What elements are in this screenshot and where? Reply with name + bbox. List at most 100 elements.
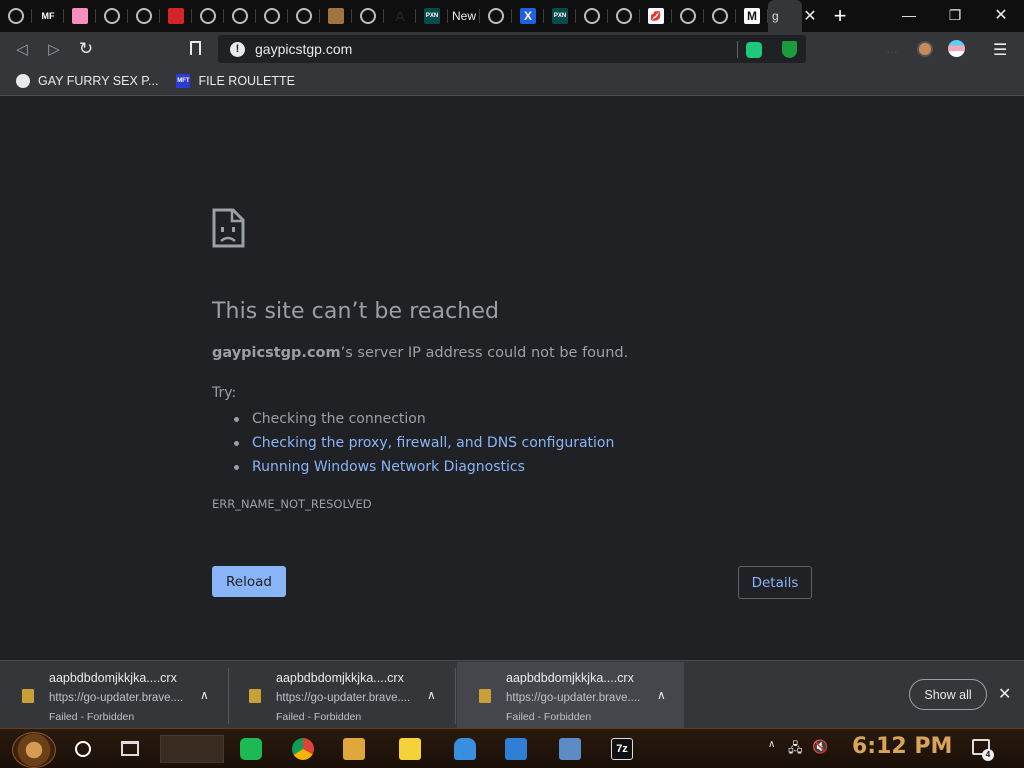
tab[interactable] [320, 0, 352, 32]
chevron-up-icon[interactable]: ∧ [427, 688, 436, 702]
tab-label: New [451, 9, 476, 23]
notification-count-badge: 4 [982, 749, 994, 761]
error-title: This site can’t be reached [212, 299, 500, 324]
pxn-logo-icon: PXN [552, 8, 568, 24]
bookmarks-bar: GAY FURRY SEX P... MFT FILE ROULETTE [0, 66, 1024, 96]
screen: MF A PXN New X PXN 💋 M g ✕ + — ❐ ✕ ◁ ▷ ↻… [0, 0, 1024, 768]
globe-icon [680, 8, 696, 24]
try-label: Try: [212, 385, 237, 401]
error-description-text: ’s server IP address could not be found. [340, 345, 629, 361]
volume-muted-icon[interactable]: 🔇 [812, 739, 828, 755]
tab[interactable] [672, 0, 704, 32]
tab[interactable] [256, 0, 288, 32]
tab[interactable]: M [736, 0, 768, 32]
task-view-icon[interactable] [121, 741, 139, 756]
forward-button[interactable]: ▷ [38, 35, 70, 63]
download-item[interactable]: aapbdbdomjkkjka....crx https://go-update… [227, 662, 456, 728]
download-filename: aapbdbdomjkkjka....crx [276, 671, 404, 685]
menu-icon[interactable]: ☰ [993, 40, 1007, 60]
close-window-button[interactable]: ✕ [978, 0, 1024, 30]
suggestion-link[interactable]: Running Windows Network Diagnostics [212, 455, 614, 479]
suggestion-link[interactable]: Checking the proxy, firewall, and DNS co… [212, 431, 614, 455]
tab[interactable] [224, 0, 256, 32]
show-hidden-icons-icon[interactable]: ∧ [768, 739, 775, 750]
download-filename: aapbdbdomjkkjka....crx [506, 671, 634, 685]
chevron-up-icon[interactable]: ∧ [200, 688, 209, 702]
network-icon[interactable]: 🖧 [788, 739, 803, 761]
tab[interactable] [352, 0, 384, 32]
app-icon[interactable] [234, 733, 268, 765]
show-all-button[interactable]: Show all [909, 679, 987, 710]
bookmark-icon[interactable] [190, 41, 201, 55]
file-icon [249, 689, 261, 703]
back-button[interactable]: ◁ [6, 35, 38, 63]
mf-logo-icon: MF [40, 8, 56, 24]
divider [455, 668, 456, 724]
mail-icon[interactable] [499, 733, 533, 765]
remote-desktop-icon[interactable] [553, 733, 587, 765]
details-button[interactable]: Details [738, 566, 812, 599]
bookmark-item[interactable]: MFT FILE ROULETTE [176, 73, 295, 88]
globe-icon [16, 73, 30, 88]
download-status: Failed - Forbidden [49, 711, 135, 723]
download-status: Failed - Forbidden [276, 711, 362, 723]
reload-button[interactable]: Reload [212, 566, 286, 597]
tab[interactable]: New [448, 0, 480, 32]
tab[interactable]: A [384, 0, 416, 32]
clock[interactable]: 6:12 PM [852, 734, 952, 759]
close-tab-icon[interactable]: ✕ [800, 6, 820, 26]
tab[interactable]: 💋 [640, 0, 672, 32]
download-item[interactable]: aapbdbdomjkkjka....crx https://go-update… [0, 662, 229, 728]
chrome-icon[interactable] [286, 733, 320, 765]
reload-icon[interactable]: ↻ [70, 35, 102, 63]
extensions-puzzle-icon[interactable]: … [886, 42, 898, 56]
tab[interactable]: PXN [544, 0, 576, 32]
letter-a-icon: A [394, 8, 406, 24]
error-description: gaypicstgp.com’s server IP address could… [212, 345, 628, 361]
file-explorer-icon[interactable] [337, 733, 371, 765]
globe-icon [712, 8, 728, 24]
tab[interactable] [96, 0, 128, 32]
url-text[interactable]: gaypicstgp.com [255, 41, 352, 57]
active-tab-title: g [772, 9, 779, 23]
tab[interactable] [192, 0, 224, 32]
extension-icon[interactable] [746, 42, 762, 58]
tab[interactable]: X [512, 0, 544, 32]
tab-list: MF A PXN New X PXN 💋 M g ✕ [0, 0, 817, 32]
start-button[interactable] [12, 732, 56, 768]
download-item[interactable]: aapbdbdomjkkjka....crx https://go-update… [457, 662, 684, 728]
cortana-icon[interactable] [75, 741, 91, 757]
minimize-button[interactable]: — [886, 0, 932, 30]
tab[interactable] [608, 0, 640, 32]
tab[interactable] [160, 0, 192, 32]
chevron-up-icon[interactable]: ∧ [657, 688, 666, 702]
tab[interactable] [64, 0, 96, 32]
toolbar: ◁ ▷ ↻ ! gaypicstgp.com [0, 32, 1024, 66]
suggestion-item: Checking the connection [212, 407, 614, 431]
shield-extension-icon[interactable] [782, 41, 797, 58]
onedrive-icon[interactable] [448, 733, 482, 765]
address-bar[interactable]: ! gaypicstgp.com [218, 35, 806, 63]
tab[interactable] [480, 0, 512, 32]
flag-extension-icon[interactable] [948, 40, 965, 57]
tab[interactable] [704, 0, 736, 32]
globe-icon [616, 8, 632, 24]
info-icon[interactable]: ! [230, 41, 245, 57]
tab[interactable] [128, 0, 160, 32]
new-tab-button[interactable]: + [826, 3, 854, 29]
avatar[interactable] [917, 41, 933, 57]
7zip-icon[interactable]: 7z [605, 733, 639, 765]
sticky-notes-icon[interactable] [393, 733, 427, 765]
taskbar-search-box[interactable] [160, 735, 224, 763]
red-logo-icon [168, 8, 184, 24]
tab[interactable] [576, 0, 608, 32]
tab[interactable] [288, 0, 320, 32]
m-logo-icon: M [744, 8, 760, 24]
bookmark-item[interactable]: GAY FURRY SEX P... [16, 73, 158, 88]
tab[interactable] [0, 0, 32, 32]
tab[interactable]: PXN [416, 0, 448, 32]
tab[interactable]: MF [32, 0, 64, 32]
restore-button[interactable]: ❐ [932, 0, 978, 30]
close-shelf-icon[interactable]: ✕ [998, 684, 1011, 704]
active-tab[interactable]: g ✕ [768, 0, 817, 32]
